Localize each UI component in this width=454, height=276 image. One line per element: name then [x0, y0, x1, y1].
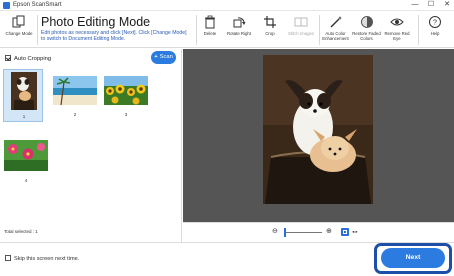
auto-color-enhancement-label: Auto Color Enhancement [322, 31, 349, 41]
magic-wand-icon [330, 16, 342, 28]
toolbar-divider [196, 15, 197, 45]
rotate-right-label: Rotate Right [227, 31, 251, 36]
thumbnail-item[interactable]: 1 [3, 69, 43, 122]
mode-title: Photo Editing Mode [41, 15, 151, 29]
restore-faded-colors-button[interactable]: Restore Faded Colors [352, 13, 381, 46]
thumbnail-number: 3 [124, 112, 128, 117]
skip-screen-label: Skip this screen next time. [14, 256, 80, 262]
auto-cropping-checkbox[interactable]: Auto Cropping [5, 55, 51, 63]
skip-screen-checkbox[interactable]: Skip this screen next time. [5, 255, 79, 263]
restore-colors-icon [360, 16, 373, 28]
thumbnail-item[interactable]: 3 [104, 76, 148, 122]
title-bar: Epson ScanSmart — ☐ ✕ [0, 0, 454, 11]
remove-red-eye-label: Remove Red Eye [384, 31, 410, 41]
preview-area [183, 49, 454, 222]
thumbnail-number: 2 [73, 112, 77, 117]
scan-label: Scan [159, 54, 173, 60]
next-button[interactable]: Next [381, 248, 445, 268]
toolbar-divider [37, 15, 38, 45]
thumbnail-image-beach [53, 76, 97, 105]
restore-faded-colors-label: Restore Faded Colors [352, 31, 381, 41]
thumbnail-number: 1 [22, 114, 26, 119]
checkbox-icon[interactable] [5, 255, 11, 261]
fit-to-window-icon[interactable] [341, 228, 349, 236]
total-selected-text: Total selected : 1 [4, 229, 38, 234]
scan-button[interactable]: + Scan [151, 51, 176, 64]
change-mode-button[interactable]: Change Mode [2, 13, 36, 46]
mode-description: Edit photos as necessary and click [Next… [41, 30, 187, 43]
delete-label: Delete [203, 31, 217, 36]
auto-cropping-label: Auto Cropping [14, 56, 52, 62]
app-icon [3, 2, 10, 9]
thumbnail-number: 4 [24, 178, 28, 183]
stitch-images-label: Stitch Images [287, 31, 315, 36]
thumbnail-item[interactable]: 4 [3, 140, 49, 186]
thumbnail-item[interactable]: 2 [53, 76, 97, 122]
stitch-images-button[interactable]: Stitch Images [286, 13, 316, 46]
toolbar-divider [319, 15, 320, 45]
crop-label: Crop [265, 31, 275, 36]
help-icon: ? [429, 16, 441, 28]
zoom-slider[interactable] [284, 232, 322, 233]
crop-icon [264, 16, 276, 28]
zoom-slider-handle[interactable] [284, 228, 286, 237]
zoom-bar: ⊖ ⊕ ◂ ▸ [183, 222, 454, 242]
thumbnail-pane: Auto Cropping + Scan 1 2 3 4 Total selec… [0, 49, 182, 242]
change-mode-icon [12, 15, 25, 28]
plus-icon: + [154, 54, 158, 60]
maximize-button[interactable]: ☐ [424, 0, 438, 10]
trash-icon [205, 15, 215, 29]
auto-color-enhancement-button[interactable]: Auto Color Enhancement [321, 13, 350, 46]
rotate-right-button[interactable]: Rotate Right [224, 13, 254, 46]
change-mode-label: Change Mode [5, 31, 33, 36]
stitch-icon [294, 17, 308, 27]
thumbnail-image-flowers [4, 140, 48, 171]
thumbnail-image-sunflowers [104, 76, 148, 105]
delete-button[interactable]: Delete [199, 13, 221, 46]
toolbar-divider [418, 15, 419, 45]
eye-icon [390, 18, 404, 26]
checkbox-icon[interactable] [5, 55, 11, 61]
window-title: Epson ScanSmart [13, 2, 62, 8]
svg-text:?: ? [433, 20, 437, 27]
preview-image [263, 55, 373, 204]
crop-button[interactable]: Crop [259, 13, 281, 46]
zoom-out-icon[interactable]: ⊖ [272, 227, 278, 237]
close-button[interactable]: ✕ [440, 0, 454, 10]
help-button[interactable]: ? Help [424, 13, 446, 46]
thumbnail-image-dogs [11, 72, 37, 110]
zoom-in-icon[interactable]: ⊕ [326, 227, 332, 237]
rotate-right-icon [233, 17, 246, 28]
actual-size-icon[interactable]: ◂ ▸ [352, 227, 358, 237]
remove-red-eye-button[interactable]: Remove Red Eye [383, 13, 411, 46]
minimize-button[interactable]: — [408, 0, 422, 10]
help-label: Help [430, 31, 440, 36]
toolbar: Change Mode Photo Editing Mode Edit phot… [0, 11, 454, 48]
